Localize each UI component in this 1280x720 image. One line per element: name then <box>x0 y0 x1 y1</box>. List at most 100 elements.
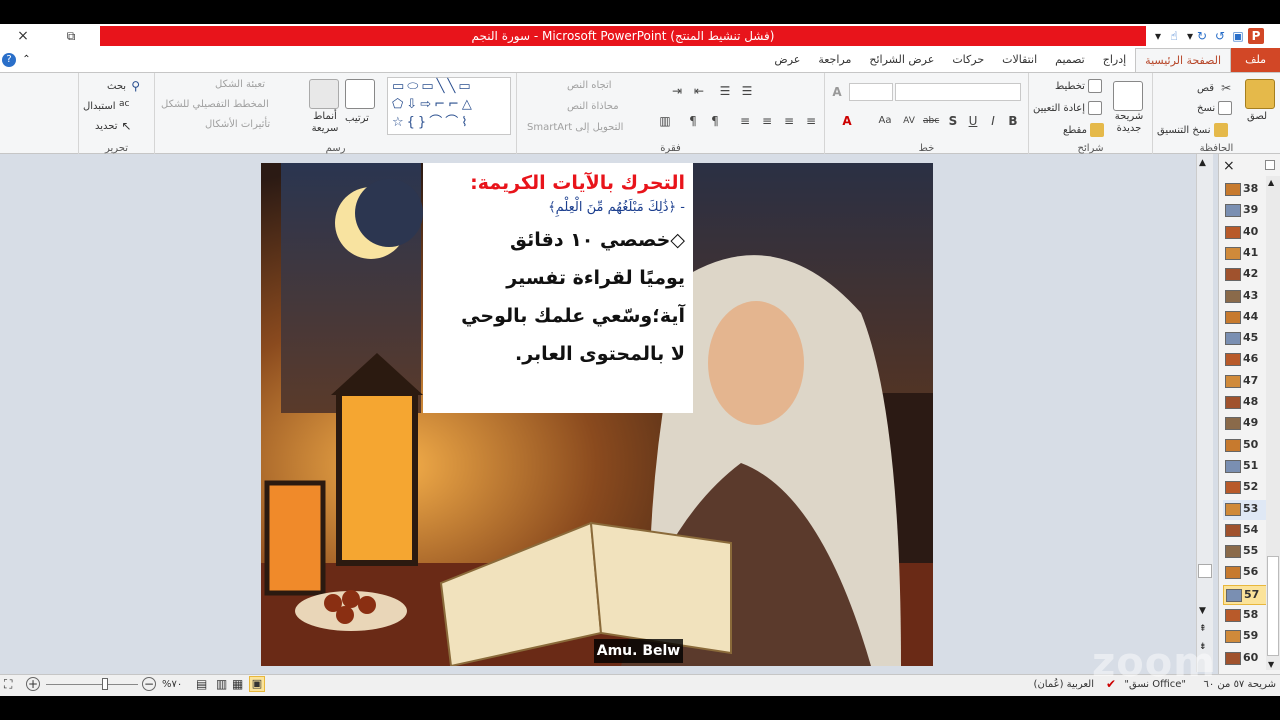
cut-button[interactable]: ✂ قص <box>1197 81 1231 95</box>
tab-review[interactable]: مراجعة <box>809 48 860 72</box>
editor-vertical-scrollbar[interactable]: ▲ ▼ ⇞ ⇟ <box>1196 154 1213 672</box>
slide-thumbnail[interactable]: 45 <box>1223 329 1267 349</box>
bold-button[interactable]: B <box>1005 113 1021 129</box>
slide-thumbnail[interactable]: 38 <box>1223 180 1267 200</box>
columns-icon[interactable]: ▥ <box>657 113 673 129</box>
slide-thumbnail[interactable]: 47 <box>1223 372 1267 392</box>
tab-home[interactable]: الصفحة الرئيسية <box>1135 48 1232 72</box>
arrange-icon[interactable] <box>345 79 375 109</box>
align-right-icon[interactable]: ≡ <box>803 113 819 129</box>
slide-thumbnail[interactable]: 59 <box>1223 627 1267 647</box>
shadow-button[interactable]: S <box>945 113 961 129</box>
italic-button[interactable]: I <box>985 113 1001 129</box>
tab-insert[interactable]: إدراج <box>1094 48 1135 72</box>
paste-icon[interactable] <box>1245 79 1275 109</box>
sorter-view-icon[interactable]: ▦ <box>232 677 243 691</box>
shape-outline-button[interactable]: المخطط التفصيلي للشكل <box>161 99 269 110</box>
reset-button[interactable]: إعادة التعيين <box>1033 101 1103 115</box>
slide-thumbnail[interactable]: 51 <box>1223 457 1267 477</box>
rtl-icon[interactable]: ¶ <box>707 113 723 129</box>
slide-thumbnail[interactable]: 52 <box>1223 478 1267 498</box>
align-text-button[interactable]: محاذاة النص <box>567 101 619 112</box>
text-direction-button[interactable]: اتجاه النص <box>567 80 612 91</box>
shape-fill-button[interactable]: تعبئة الشكل <box>215 79 265 90</box>
zoom-out-icon[interactable]: − <box>142 677 156 691</box>
slide-canvas[interactable]: التحرك بالآيات الكريمة: - ﴿ذَٰلِكَ مَبْل… <box>261 163 933 666</box>
slide-thumbnail[interactable]: 55 <box>1223 542 1267 562</box>
slideshow-view-icon[interactable]: ▤ <box>196 677 207 691</box>
ltr-icon[interactable]: ¶ <box>685 113 701 129</box>
select-button[interactable]: ↖تحديد <box>95 119 132 133</box>
shapes-gallery[interactable]: ▭⬭▭╲╲▭ ⬠⇩⇨⌐⌐△ ☆{}⌒⌒⌇ <box>387 77 511 135</box>
align-left-icon[interactable]: ≡ <box>759 113 775 129</box>
copy-button[interactable]: نسخ <box>1197 101 1233 115</box>
save-icon[interactable]: ▣ <box>1230 28 1246 44</box>
thumbnail-scrollbar[interactable]: ▲ ▼ <box>1266 176 1280 670</box>
tab-slideshow[interactable]: عرض الشرائح <box>860 48 943 72</box>
zoom-in-icon[interactable]: + <box>26 677 40 691</box>
slide-thumbnail[interactable]: 54 <box>1223 521 1267 541</box>
slide-thumbnail[interactable]: 58 <box>1223 606 1267 626</box>
thumb-scroll-down-icon[interactable]: ▼ <box>1268 660 1274 669</box>
zoom-slider[interactable] <box>46 684 138 685</box>
tab-file[interactable]: ملف <box>1231 48 1280 72</box>
help-icon[interactable]: ? <box>2 53 16 67</box>
tab-animations[interactable]: حركات <box>943 48 993 72</box>
align-center-icon[interactable]: ≡ <box>781 113 797 129</box>
slide-thumbnail[interactable]: 44 <box>1223 308 1267 328</box>
new-slide-icon[interactable] <box>1113 81 1143 111</box>
restore-icon[interactable]: ⧉ <box>62 27 80 45</box>
bullets-icon[interactable]: ☰ <box>739 83 755 99</box>
slide-thumbnail[interactable]: 42 <box>1223 265 1267 285</box>
justify-icon[interactable]: ≡ <box>737 113 753 129</box>
scroll-down-icon[interactable]: ▼ <box>1199 606 1206 616</box>
slide-thumbnail[interactable]: 60 <box>1223 649 1267 669</box>
section-button[interactable]: مقطع <box>1063 123 1105 137</box>
language-indicator[interactable]: العربية (عُمان) <box>1034 679 1094 690</box>
slide-thumbnail[interactable]: 40 <box>1223 223 1267 243</box>
slide-thumbnail[interactable]: 39 <box>1223 201 1267 221</box>
slide-thumbnail[interactable]: 43 <box>1223 287 1267 307</box>
outline-view-icon[interactable] <box>1265 160 1275 170</box>
zoom-slider-thumb[interactable] <box>102 678 108 690</box>
close-icon[interactable]: × <box>14 27 32 45</box>
layout-button[interactable]: تخطيط <box>1055 79 1103 93</box>
change-case-button[interactable]: Aa <box>877 113 893 129</box>
slide-thumbnail[interactable]: 53 <box>1223 499 1267 520</box>
tab-view[interactable]: عرض <box>765 48 809 72</box>
find-button[interactable]: ⚲بحث <box>107 79 140 93</box>
prev-slide-icon[interactable]: ⇞ <box>1199 624 1207 634</box>
thumb-scroll-up-icon[interactable]: ▲ <box>1268 178 1274 187</box>
decrease-indent-icon[interactable]: ⇤ <box>691 83 707 99</box>
replace-button[interactable]: acاستبدال <box>83 99 130 113</box>
convert-smartart-button[interactable]: التحويل إلى SmartArt <box>527 122 623 133</box>
numbering-icon[interactable]: ☰ <box>717 83 733 99</box>
slide-thumbnail[interactable]: 56 <box>1223 563 1267 583</box>
format-painter-button[interactable]: نسخ التنسيق <box>1157 123 1228 137</box>
increase-indent-icon[interactable]: ⇥ <box>669 83 685 99</box>
slide-text-box[interactable]: التحرك بالآيات الكريمة: - ﴿ذَٰلِكَ مَبْل… <box>423 163 693 413</box>
slide-thumbnail[interactable]: 46 <box>1223 350 1267 370</box>
tab-design[interactable]: تصميم <box>1046 48 1094 72</box>
close-pane-icon[interactable]: × <box>1223 158 1235 174</box>
font-size-box[interactable] <box>849 83 893 101</box>
touch-mode-icon[interactable]: ☝ <box>1166 28 1182 44</box>
shape-effects-button[interactable]: تأثيرات الأشكال <box>205 119 270 130</box>
normal-view-icon[interactable]: ▣ <box>249 676 265 692</box>
new-slide-button[interactable]: شريحة جديدة <box>1109 111 1149 135</box>
tab-transitions[interactable]: انتقالات <box>993 48 1046 72</box>
quick-styles-button[interactable]: أنماط سريعة <box>307 111 343 135</box>
reading-view-icon[interactable]: ▥ <box>216 677 227 691</box>
paste-button[interactable]: لصق <box>1247 111 1267 122</box>
undo-icon[interactable]: ↺ <box>1212 28 1228 44</box>
zoom-level[interactable]: %٧٠ <box>162 679 182 690</box>
slide-thumbnail[interactable]: 57 <box>1223 584 1267 605</box>
customize-qat-icon[interactable]: ▾ <box>1150 28 1166 44</box>
scroll-up-icon[interactable]: ▲ <box>1199 158 1206 168</box>
strikethrough-button[interactable]: abc <box>923 113 939 129</box>
redo-icon[interactable]: ↻ <box>1194 28 1210 44</box>
underline-button[interactable]: U <box>965 113 981 129</box>
font-color-button[interactable]: A <box>839 113 855 129</box>
slide-thumbnail[interactable]: 41 <box>1223 244 1267 264</box>
scroll-thumb[interactable] <box>1198 564 1212 578</box>
